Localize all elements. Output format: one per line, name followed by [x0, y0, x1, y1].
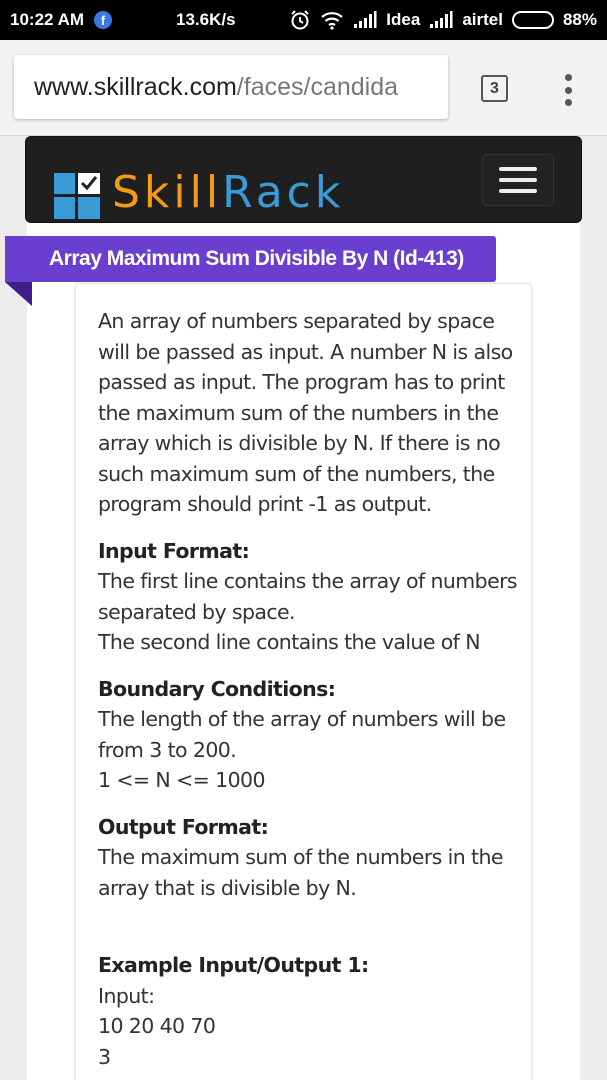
- status-time: 10:22 AM: [10, 10, 85, 29]
- boundary-heading: Boundary Conditions:: [98, 676, 336, 701]
- url-path: /faces/candida: [236, 72, 399, 101]
- carrier-name-1: Idea: [386, 10, 421, 29]
- example-input-line: 10 20 40 70: [98, 1014, 216, 1038]
- boundary-line: The length of the array of numbers will …: [98, 707, 506, 762]
- input-format-heading: Input Format:: [98, 538, 250, 563]
- hamburger-menu-icon[interactable]: [482, 154, 554, 206]
- input-format-line: The second line contains the value of N: [98, 630, 481, 654]
- output-format-heading: Output Format:: [98, 814, 269, 839]
- logo-rack-text: Rack: [222, 167, 345, 218]
- example-section: Example Input/Output 1: Input: 10 20 40 …: [98, 950, 517, 1072]
- boundary-conditions-section: Boundary Conditions: The length of the a…: [98, 674, 517, 796]
- signal-icon: [429, 11, 453, 29]
- boundary-line: 1 <= N <= 1000: [98, 768, 266, 792]
- signal-icon: [353, 11, 377, 29]
- battery-percent: 88%: [562, 10, 597, 29]
- input-format-section: Input Format: The first line contains th…: [98, 536, 518, 658]
- example-input-label: Input:: [98, 983, 155, 1008]
- output-format-line: The maximum sum of the numbers in the ar…: [98, 845, 504, 900]
- site-header: SkillRack: [25, 136, 582, 223]
- overflow-menu-icon[interactable]: [560, 72, 576, 108]
- problem-title: Array Maximum Sum Divisible By N (Id-413…: [5, 236, 496, 282]
- wifi-icon: [320, 10, 344, 30]
- carrier-name-2: airtel: [462, 10, 503, 29]
- problem-description: An array of numbers separated by space w…: [98, 309, 513, 516]
- network-speed: 13.6K/s: [176, 10, 236, 29]
- facebook-notification-icon: f: [94, 11, 113, 29]
- site-logo[interactable]: SkillRack: [112, 167, 344, 218]
- ribbon-fold: [5, 282, 32, 306]
- logo-mark-icon: [54, 173, 100, 219]
- status-right-group: Idea airtel 88%: [289, 9, 597, 31]
- example-heading: Example Input/Output 1:: [98, 953, 369, 977]
- logo-skill-text: Skill: [112, 167, 223, 218]
- problem-card: An array of numbers separated by space w…: [75, 283, 532, 1080]
- output-format-section: Output Format: The maximum sum of the nu…: [98, 812, 517, 904]
- status-bar: 10:22 AM f 13.6K/s Idea airtel 88%: [0, 0, 607, 40]
- address-bar[interactable]: www.skillrack.com/faces/candida: [14, 55, 448, 119]
- browser-toolbar: www.skillrack.com/faces/candida 3: [0, 40, 607, 136]
- tab-switcher-button[interactable]: 3: [481, 75, 508, 102]
- url-domain: www.skillrack.com: [34, 72, 237, 101]
- battery-icon: [511, 11, 554, 29]
- status-time-group: 10:22 AM f: [10, 10, 113, 30]
- alarm-icon: [289, 9, 311, 31]
- example-input-line: 3: [98, 1044, 111, 1069]
- input-format-line: The first line contains the array of num…: [98, 569, 518, 624]
